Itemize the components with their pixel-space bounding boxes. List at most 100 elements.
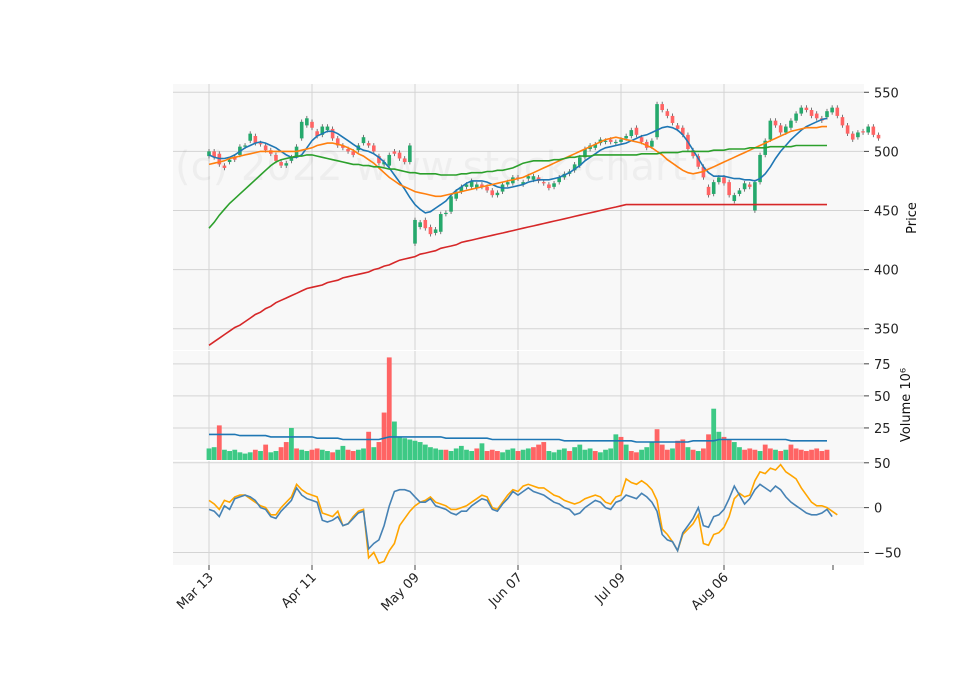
volume-bar (520, 449, 526, 460)
volume-bar (294, 448, 299, 460)
candle-body (402, 158, 407, 163)
volume-bar (608, 448, 614, 460)
volume-bar (242, 453, 248, 460)
candle-body (423, 219, 428, 229)
volume-bar (567, 451, 572, 460)
y-tick-label: 500 (874, 145, 899, 160)
candle-body (665, 111, 670, 116)
volume-bar (381, 412, 387, 460)
volume-bar (716, 431, 722, 460)
volume-bar (484, 451, 490, 460)
volume-bar (685, 447, 691, 460)
volume-bar (778, 451, 784, 460)
x-tick-label: Apr 11 (279, 570, 320, 611)
volume-bar (417, 442, 423, 460)
candle-body (485, 186, 489, 191)
volume-bar (252, 449, 258, 460)
volume-bar (278, 447, 284, 460)
candle-body (495, 192, 500, 196)
volume-bar (582, 449, 588, 460)
volume-bar (371, 447, 377, 460)
candle-body (639, 137, 644, 142)
candle-body (346, 149, 350, 152)
volume-bar (258, 451, 263, 460)
candle-body (330, 128, 335, 139)
candle-body (747, 184, 752, 187)
candle-body (866, 126, 871, 133)
volume-bar (597, 452, 603, 460)
candle-body (505, 182, 510, 185)
x-tick-label: Mar 13 (174, 570, 217, 613)
volume-bar (721, 436, 727, 460)
volume-bar (695, 451, 701, 460)
candle-body (675, 125, 680, 129)
volume-bar (613, 434, 619, 460)
candle-body (835, 107, 840, 116)
candle-body (325, 126, 330, 131)
candle-body (366, 143, 371, 146)
volume-bar (551, 452, 557, 460)
volume-bar (237, 452, 243, 460)
volume-bar (819, 451, 825, 460)
candle-body (531, 176, 536, 180)
volume-bar (397, 436, 402, 460)
y-tick-label: −50 (874, 546, 901, 561)
volume-bar (737, 447, 742, 460)
candle-body (428, 227, 433, 235)
candle-body (773, 120, 778, 126)
candle-body (418, 222, 422, 228)
candle-body (634, 127, 639, 135)
candle-body (670, 115, 675, 124)
candle-body (438, 214, 443, 232)
candle-body (263, 145, 268, 151)
candle-body (783, 126, 788, 133)
candle-body (433, 229, 438, 233)
volume-bar (376, 442, 382, 460)
candle-body (753, 182, 757, 211)
volume-bar (561, 448, 567, 460)
candle-body (629, 130, 634, 137)
volume-bar (525, 448, 531, 460)
candle-body (624, 136, 628, 139)
y-tick-label: 450 (874, 204, 899, 219)
volume-bar (330, 452, 336, 460)
volume-bar (299, 449, 305, 460)
volume-bar (325, 451, 330, 460)
candle-body (768, 120, 773, 140)
candle-body (830, 107, 834, 113)
candle-body (552, 183, 556, 187)
volume-bar (345, 449, 351, 460)
candle-body (732, 195, 737, 202)
candle-body (547, 184, 551, 189)
y-tick-label: 400 (874, 264, 899, 279)
volume-bar (546, 451, 552, 460)
volume-bar (809, 449, 814, 460)
candle-body (809, 110, 814, 116)
volume-bar (247, 452, 253, 460)
volume-bar (824, 449, 830, 460)
candle-body (392, 151, 397, 154)
volume-bar (634, 452, 639, 460)
candle-body (650, 140, 654, 147)
candle-body (408, 145, 412, 163)
volume-bar (268, 452, 274, 460)
candle-body (279, 162, 283, 166)
volume-bar (623, 444, 629, 460)
candle-body (660, 104, 665, 111)
volume-bar (453, 448, 459, 460)
candle-body (794, 113, 798, 121)
volume-bar (448, 451, 454, 460)
candle-body (804, 107, 809, 111)
candle-body (825, 111, 829, 118)
candle-body (222, 165, 227, 168)
volume-bar (556, 449, 562, 460)
volume-bar (227, 451, 233, 460)
volume-bar (793, 448, 799, 460)
candle-body (387, 154, 392, 166)
volume-bar (690, 449, 696, 460)
volume-axis-label: Volume 10⁶ (899, 368, 914, 442)
volume-bar (232, 449, 238, 460)
candle-body (861, 131, 865, 133)
volume-bar (659, 444, 665, 460)
candle-body (799, 107, 804, 114)
